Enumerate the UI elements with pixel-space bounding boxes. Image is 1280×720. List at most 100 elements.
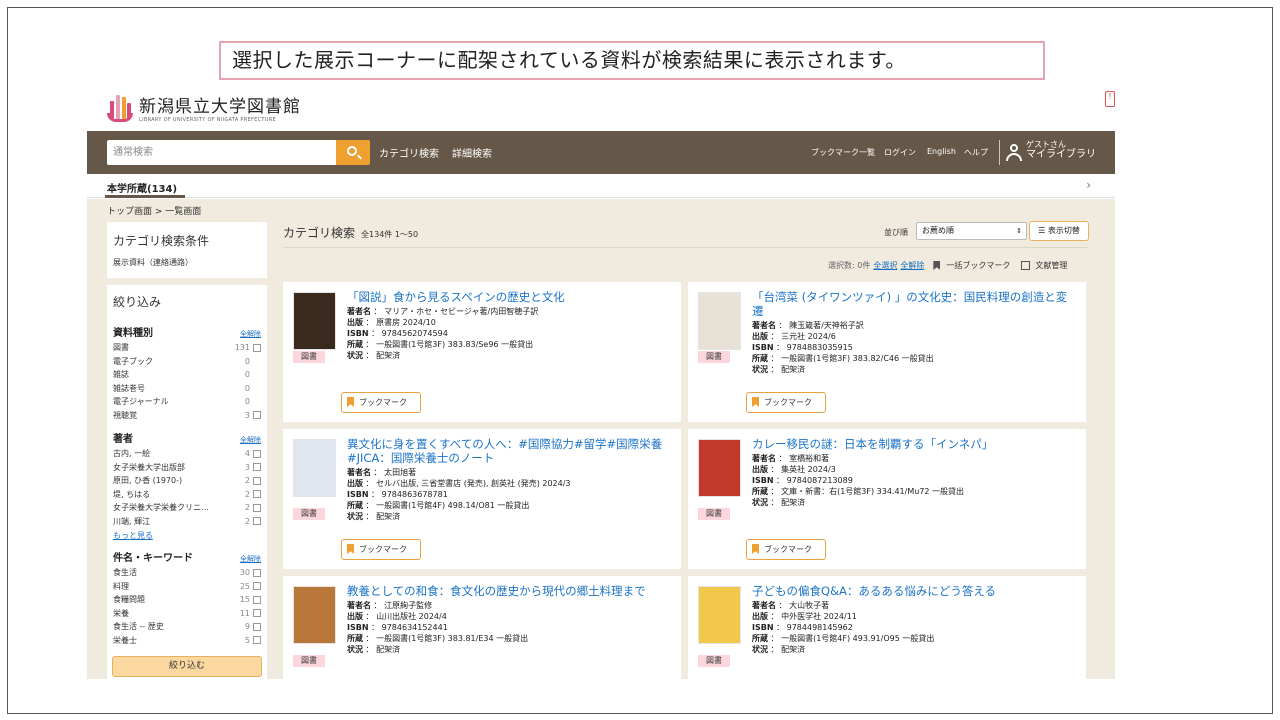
sort-select[interactable]: お薦め順 ⇕ <box>916 222 1027 240</box>
facet-checkbox[interactable] <box>253 490 261 499</box>
facet-item[interactable]: 川端, 輝江 2 <box>113 515 261 529</box>
facet-item[interactable]: 食生活 30 <box>113 566 261 580</box>
facet-checkbox[interactable] <box>253 517 261 526</box>
facet-checkbox[interactable] <box>253 609 261 618</box>
show-more-link[interactable]: もっと見る <box>113 530 261 541</box>
facet-item[interactable]: 食糧問題 15 <box>113 593 261 607</box>
material-type-badge: 図書 <box>293 508 325 520</box>
list-icon: ☰ <box>1038 226 1046 235</box>
facet-checkbox[interactable] <box>253 595 261 604</box>
facet-checkbox[interactable] <box>253 449 261 458</box>
search-conditions-panel: カテゴリ検索条件 展示資料（連絡通路） <box>107 222 267 278</box>
facet-item[interactable]: 図書 131 <box>113 341 261 355</box>
facet-item-count: 131 <box>234 343 250 352</box>
nav-category-search[interactable]: カテゴリ検索 <box>379 145 439 160</box>
bulk-bookmark-button[interactable]: 一括ブックマーク <box>946 260 1010 271</box>
facet-group: 件名・キーワード 全解除 食生活 30 料理 25 食糧問題 15 栄養 11 食生活 -- 歴史 9… <box>113 549 261 647</box>
doc-manage-button[interactable]: 文献管理 <box>1035 260 1067 271</box>
view-toggle-button[interactable]: ☰ 表示切替 <box>1029 221 1089 241</box>
book-isbn: ISBN ： 9784562074594 <box>347 329 448 338</box>
facet-item[interactable]: 料理 25 <box>113 580 261 594</box>
facet-checkbox[interactable] <box>253 411 261 420</box>
bookmark-button[interactable]: ブックマーク <box>341 539 421 560</box>
nav-login[interactable]: ログイン <box>884 147 916 158</box>
facet-clear-link[interactable]: 全解除 <box>240 329 261 339</box>
chevron-right-icon[interactable]: › <box>1086 178 1091 192</box>
tab-active-indicator <box>105 195 185 198</box>
facet-checkbox[interactable] <box>253 343 261 352</box>
book-cover-image[interactable] <box>293 292 336 350</box>
facet-item[interactable]: 堤, ちはる 2 <box>113 488 261 502</box>
facet-item[interactable]: 視聴覚 3 <box>113 409 261 423</box>
facet-item[interactable]: 栄養 11 <box>113 607 261 621</box>
book-cover-image[interactable] <box>698 586 741 644</box>
facet-item[interactable]: 女子栄養大学出版部 3 <box>113 461 261 475</box>
facet-item[interactable]: 食生活 -- 歴史 9 <box>113 620 261 634</box>
sort-label: 並び順 <box>884 228 908 237</box>
select-all-link[interactable]: 全選択 <box>873 260 897 271</box>
book-title-link[interactable]: 異文化に身を置くすべての人へ：#国際協力#留学#国際栄養#JICA：国際栄養士の… <box>347 437 667 465</box>
view-toggle-label: 表示切替 <box>1047 226 1080 235</box>
search-button[interactable] <box>336 140 370 165</box>
facet-checkbox[interactable] <box>253 476 261 485</box>
facet-item-label: 古内, 一絵 <box>113 449 151 458</box>
book-title-link[interactable]: 教養としての和食：食文化の歴史から現代の郷土料理まで <box>347 584 667 598</box>
book-cover-image[interactable] <box>698 439 741 497</box>
nav-help[interactable]: ヘルプ <box>964 147 988 158</box>
book-status: 状況 ： 配架済 <box>752 365 806 374</box>
deselect-all-link[interactable]: 全解除 <box>900 260 924 271</box>
facet-item-count: 0 <box>244 383 250 393</box>
book-publisher: 出版 ： 中外医学社 2024/11 <box>752 612 857 621</box>
apply-filter-button[interactable]: 絞り込む <box>112 656 262 677</box>
facet-checkbox[interactable] <box>253 568 261 577</box>
book-title-link[interactable]: 「図説」食から見るスペインの歴史と文化 <box>347 290 667 304</box>
export-icon <box>1021 261 1031 270</box>
facet-checkbox[interactable] <box>253 463 261 472</box>
book-title-link[interactable]: 「台湾菜 (タイワンツァイ) 」の文化史：国民料理の創造と変遷 <box>752 290 1072 318</box>
facet-clear-link[interactable]: 全解除 <box>240 554 261 564</box>
facet-item-label: 栄養士 <box>113 635 137 645</box>
book-publisher: 出版 ： 山川出版社 2024/4 <box>347 612 447 621</box>
external-link-icon[interactable]: ! <box>1105 91 1115 107</box>
facet-item[interactable]: 電子ジャーナル 0 <box>113 395 261 409</box>
book-status: 状況 ： 配架済 <box>752 498 806 507</box>
bookmark-button[interactable]: ブックマーク <box>341 392 421 413</box>
facet-checkbox[interactable] <box>253 636 261 645</box>
nav-english[interactable]: English <box>927 147 956 156</box>
site-logo[interactable]: 新潟県立大学図書館 LIBRARY OF UNIVERSITY OF NIIGA… <box>107 89 301 125</box>
book-cover-image[interactable] <box>698 292 741 350</box>
facet-item[interactable]: 雑誌巻号 0 <box>113 382 261 396</box>
book-cover-image[interactable] <box>293 439 336 497</box>
facet-item-count: 2 <box>244 476 250 485</box>
facet-item[interactable]: 原田, ひ香 (1970-) 2 <box>113 474 261 488</box>
library-name-en: LIBRARY OF UNIVERSITY OF NIIGATA PREFECT… <box>139 116 276 123</box>
facet-item[interactable]: 女子栄養大学栄養クリニ… 2 <box>113 501 261 515</box>
book-title-link[interactable]: 子どもの偏食Q&A：あるある悩みにどう答える <box>752 584 1072 598</box>
facet-item[interactable]: 雑誌 0 <box>113 368 261 382</box>
facet-item-label: 視聴覚 <box>113 410 137 420</box>
book-cover-image[interactable] <box>293 586 336 644</box>
my-library-link[interactable]: ゲストさん マイライブラリ <box>1026 140 1096 160</box>
facet-checkbox[interactable] <box>253 503 261 512</box>
facet-clear-link[interactable]: 全解除 <box>240 435 261 445</box>
book-status: 状況 ： 配架済 <box>347 512 401 521</box>
search-input[interactable]: 通常検索 <box>107 140 337 165</box>
facet-checkbox[interactable] <box>253 622 261 631</box>
nav-bookmark-list[interactable]: ブックマーク一覧 <box>811 147 875 158</box>
book-holding: 所蔵 ： 一般図書(1号館4F) 493.91/O95 一般貸出 <box>752 634 935 643</box>
facet-item[interactable]: 電子ブック 0 <box>113 355 261 369</box>
tab-own-holdings[interactable]: 本学所蔵(134) <box>107 180 177 195</box>
facet-item-count: 3 <box>244 462 250 472</box>
bookmark-button[interactable]: ブックマーク <box>746 539 826 560</box>
bookmark-icon <box>347 544 354 554</box>
facet-item[interactable]: 古内, 一絵 4 <box>113 447 261 461</box>
facet-item-count: 25 <box>239 581 250 591</box>
facet-item[interactable]: 栄養士 5 <box>113 634 261 648</box>
breadcrumb[interactable]: トップ画面 > 一覧画面 <box>107 204 201 217</box>
bookmark-button[interactable]: ブックマーク <box>746 392 826 413</box>
facet-checkbox[interactable] <box>253 582 261 591</box>
selection-toolbar: 選択数: 0件 全選択 全解除 一括ブックマーク 文献管理 <box>828 260 1067 271</box>
user-icon[interactable] <box>1005 144 1023 162</box>
nav-advanced-search[interactable]: 詳細検索 <box>452 145 492 160</box>
book-title-link[interactable]: カレー移民の謎：日本を制覇する「インネパ」 <box>752 437 1072 451</box>
